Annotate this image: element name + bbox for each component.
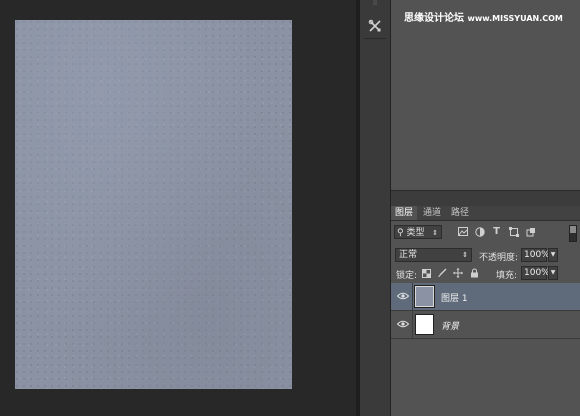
lock-row: 锁定: 填充: 100% ▼ — [391, 264, 580, 282]
layer-row-background[interactable]: 背景 — [391, 311, 580, 339]
fill-label: 填充: — [496, 271, 518, 281]
pixel-filter-icon[interactable] — [457, 226, 468, 237]
tool-presets-button[interactable] — [364, 14, 386, 39]
layer-thumbnail[interactable] — [415, 314, 434, 335]
eye-icon[interactable] — [397, 320, 409, 328]
watermark-url: www.MISSYUAN.COM — [467, 14, 563, 23]
watermark-text: 思缘设计论坛 — [404, 13, 464, 24]
opacity-input[interactable]: 100% — [521, 248, 550, 262]
filter-row: ⚲ 类型 ⇕ T — [391, 222, 580, 244]
fill-dropdown-button[interactable]: ▼ — [548, 266, 558, 280]
filter-toggle-switch[interactable] — [569, 225, 577, 242]
tab-layers[interactable]: 图层 — [391, 206, 418, 220]
updown-arrow-icon: ⇕ — [462, 251, 468, 259]
layer-name[interactable]: 图层 1 — [441, 291, 468, 304]
lock-transparency-icon[interactable] — [421, 268, 431, 278]
lock-label: 锁定: — [396, 271, 418, 281]
eye-icon[interactable] — [397, 292, 409, 300]
layers-panel-tabs: 图层 通道 路径 — [391, 206, 580, 221]
opacity-label: 不透明度: — [479, 253, 519, 263]
lock-all-icon[interactable] — [469, 268, 479, 278]
lock-position-icon[interactable] — [453, 268, 463, 278]
collapsed-panel-strip: || — [360, 0, 391, 416]
document-canvas[interactable] — [15, 20, 292, 389]
upper-panel-area — [391, 0, 580, 190]
blend-mode-select[interactable]: 正常 ⇕ — [395, 248, 472, 262]
kind-filter-label: 类型 — [406, 228, 425, 238]
canvas-area[interactable] — [0, 0, 356, 416]
tab-paths[interactable]: 路径 — [447, 206, 473, 220]
fill-input[interactable]: 100% — [521, 266, 550, 280]
watermark: 思缘设计论坛 www.MISSYUAN.COM — [404, 9, 563, 24]
updown-arrow-icon: ⇕ — [432, 229, 438, 237]
opacity-dropdown-button[interactable]: ▼ — [548, 248, 558, 262]
adjustment-filter-icon[interactable] — [474, 226, 485, 237]
divider — [412, 283, 413, 310]
smart-object-filter-icon[interactable] — [525, 226, 536, 237]
shape-filter-icon[interactable] — [508, 226, 519, 237]
search-icon: ⚲ — [397, 228, 404, 238]
layers-panel: 图层 通道 路径 ⚲ 类型 ⇕ T 正常 ⇕ 不透明度: 100% ▼ 锁定: … — [391, 206, 580, 416]
tab-channels[interactable]: 通道 — [419, 206, 445, 220]
grip-icon[interactable]: || — [371, 0, 379, 6]
kind-filter-select[interactable]: ⚲ 类型 ⇕ — [394, 225, 442, 239]
tools-icon — [368, 19, 381, 32]
divider — [412, 311, 413, 338]
lock-brush-icon[interactable] — [437, 268, 447, 278]
blend-mode-value: 正常 — [399, 250, 418, 260]
layer-thumbnail[interactable] — [414, 285, 435, 308]
type-filter-icon[interactable]: T — [491, 226, 502, 237]
blend-row: 正常 ⇕ 不透明度: 100% ▼ — [391, 246, 580, 264]
layer-row-layer1[interactable]: 图层 1 — [391, 283, 580, 311]
layer-name[interactable]: 背景 — [441, 319, 459, 332]
